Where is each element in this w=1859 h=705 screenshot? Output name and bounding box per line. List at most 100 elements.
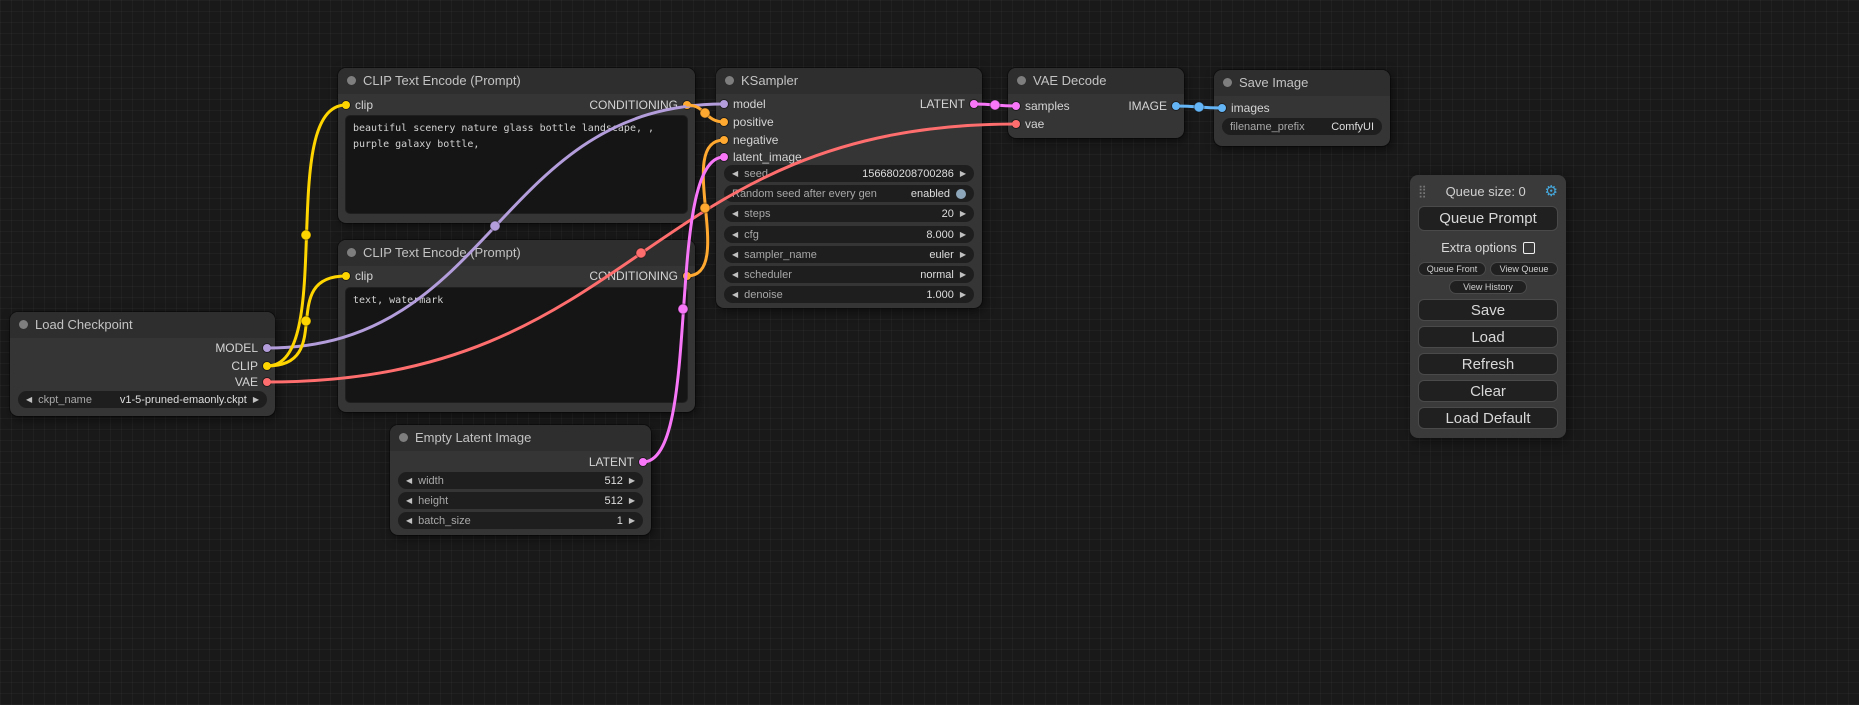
output-slot-conditioning: CONDITIONING [589, 268, 695, 284]
negative-prompt-textarea[interactable]: text, watermark [346, 288, 687, 402]
input-slot-clip: clip [338, 268, 373, 284]
node-title: CLIP Text Encode (Prompt) [363, 245, 521, 260]
node-title-bar[interactable]: VAE Decode [1008, 68, 1184, 94]
settings-gear-icon[interactable]: ⚙ [1545, 182, 1558, 200]
queue-prompt-button[interactable]: Queue Prompt [1418, 206, 1558, 231]
model-output-dot[interactable] [263, 344, 271, 352]
node-save-image[interactable]: Save Image images filename_prefix ComfyU… [1214, 70, 1390, 146]
widget-height[interactable]: ◀ height 512 ▶ [398, 492, 643, 509]
latent-output-dot[interactable] [639, 458, 647, 466]
positive-prompt-textarea[interactable]: beautiful scenery nature glass bottle la… [346, 116, 687, 213]
widget-cfg[interactable]: ◀ cfg 8.000 ▶ [724, 226, 974, 243]
view-queue-button[interactable]: View Queue [1490, 262, 1558, 276]
save-button[interactable]: Save [1418, 299, 1558, 321]
decrement-arrow-icon[interactable]: ◀ [406, 472, 412, 489]
increment-arrow-icon[interactable]: ▶ [960, 205, 966, 222]
collapse-dot[interactable] [347, 76, 356, 85]
images-input-dot[interactable] [1218, 104, 1226, 112]
collapse-dot[interactable] [1223, 78, 1232, 87]
decrement-arrow-icon[interactable]: ◀ [732, 246, 738, 263]
widget-denoise[interactable]: ◀ denoise 1.000 ▶ [724, 286, 974, 303]
load-default-button[interactable]: Load Default [1418, 407, 1558, 429]
node-load-checkpoint[interactable]: Load Checkpoint MODEL CLIP VAE ◀ ckpt_na… [10, 312, 275, 416]
node-vae-decode[interactable]: VAE Decode samples vae IMAGE [1008, 68, 1184, 138]
increment-arrow-icon[interactable]: ▶ [629, 472, 635, 489]
increment-arrow-icon[interactable]: ▶ [960, 246, 966, 263]
node-title-bar[interactable]: Load Checkpoint [10, 312, 275, 338]
decrement-arrow-icon[interactable]: ◀ [26, 391, 32, 408]
node-ksampler[interactable]: KSampler model positive negative latent_… [716, 68, 982, 308]
widget-sampler-name[interactable]: ◀ sampler_name euler ▶ [724, 246, 974, 263]
widget-steps[interactable]: ◀ steps 20 ▶ [724, 205, 974, 222]
view-history-button[interactable]: View History [1449, 280, 1527, 294]
conditioning-output-dot[interactable] [683, 272, 691, 280]
wire-clip-to-positive-encode [267, 105, 346, 366]
latent-output-dot[interactable] [970, 100, 978, 108]
node-title-bar[interactable]: Empty Latent Image [390, 425, 651, 451]
load-button[interactable]: Load [1418, 326, 1558, 348]
vae-output-dot[interactable] [263, 378, 271, 386]
output-slot-model: MODEL [215, 340, 275, 356]
decrement-arrow-icon[interactable]: ◀ [732, 205, 738, 222]
node-empty-latent-image[interactable]: Empty Latent Image LATENT ◀ width 512 ▶ … [390, 425, 651, 535]
positive-input-dot[interactable] [720, 118, 728, 126]
clip-output-dot[interactable] [263, 362, 271, 370]
link-midpoint-dot [301, 230, 311, 240]
control-toggle-dot[interactable] [956, 189, 966, 199]
clip-input-dot[interactable] [342, 272, 350, 280]
collapse-dot[interactable] [347, 248, 356, 257]
clear-button[interactable]: Clear [1418, 380, 1558, 402]
widget-seed[interactable]: ◀ seed 156680208700286 ▶ [724, 165, 974, 182]
latent-image-input-dot[interactable] [720, 153, 728, 161]
increment-arrow-icon[interactable]: ▶ [629, 512, 635, 529]
widget-random-seed-control[interactable]: Random seed after every gen enabled [724, 185, 974, 202]
link-midpoint-dot [990, 100, 1000, 110]
widget-width[interactable]: ◀ width 512 ▶ [398, 472, 643, 489]
decrement-arrow-icon[interactable]: ◀ [732, 266, 738, 283]
widget-name: scheduler [744, 269, 792, 281]
node-title: KSampler [741, 73, 798, 88]
slot-label: CONDITIONING [589, 269, 678, 283]
collapse-dot[interactable] [1017, 76, 1026, 85]
refresh-button[interactable]: Refresh [1418, 353, 1558, 375]
drag-handle-icon[interactable]: ⣿ [1418, 184, 1427, 198]
decrement-arrow-icon[interactable]: ◀ [732, 286, 738, 303]
decrement-arrow-icon[interactable]: ◀ [406, 492, 412, 509]
extra-options-checkbox[interactable] [1523, 242, 1535, 254]
widget-value: ComfyUI [1331, 121, 1374, 133]
conditioning-output-dot[interactable] [683, 101, 691, 109]
widget-ckpt-name[interactable]: ◀ ckpt_name v1-5-pruned-emaonly.ckpt ▶ [18, 391, 267, 408]
widget-batch-size[interactable]: ◀ batch_size 1 ▶ [398, 512, 643, 529]
widget-name: ckpt_name [38, 394, 92, 406]
samples-input-dot[interactable] [1012, 102, 1020, 110]
node-clip-text-encode-negative[interactable]: CLIP Text Encode (Prompt) clip CONDITION… [338, 240, 695, 412]
decrement-arrow-icon[interactable]: ◀ [406, 512, 412, 529]
node-title-bar[interactable]: Save Image [1214, 70, 1390, 96]
collapse-dot[interactable] [725, 76, 734, 85]
increment-arrow-icon[interactable]: ▶ [629, 492, 635, 509]
output-slot-latent: LATENT [920, 96, 982, 112]
increment-arrow-icon[interactable]: ▶ [960, 226, 966, 243]
increment-arrow-icon[interactable]: ▶ [960, 266, 966, 283]
widget-scheduler[interactable]: ◀ scheduler normal ▶ [724, 266, 974, 283]
vae-input-dot[interactable] [1012, 120, 1020, 128]
widget-filename-prefix[interactable]: filename_prefix ComfyUI [1222, 118, 1382, 135]
node-title-bar[interactable]: KSampler [716, 68, 982, 94]
clip-input-dot[interactable] [342, 101, 350, 109]
increment-arrow-icon[interactable]: ▶ [253, 391, 259, 408]
decrement-arrow-icon[interactable]: ◀ [732, 165, 738, 182]
widget-value: 156680208700286 [862, 168, 954, 180]
node-title-bar[interactable]: CLIP Text Encode (Prompt) [338, 240, 695, 266]
node-title-bar[interactable]: CLIP Text Encode (Prompt) [338, 68, 695, 94]
widget-name: Random seed after every gen [732, 188, 877, 200]
increment-arrow-icon[interactable]: ▶ [960, 286, 966, 303]
decrement-arrow-icon[interactable]: ◀ [732, 226, 738, 243]
queue-front-button[interactable]: Queue Front [1418, 262, 1486, 276]
collapse-dot[interactable] [19, 320, 28, 329]
increment-arrow-icon[interactable]: ▶ [960, 165, 966, 182]
model-input-dot[interactable] [720, 100, 728, 108]
node-clip-text-encode-positive[interactable]: CLIP Text Encode (Prompt) clip CONDITION… [338, 68, 695, 223]
image-output-dot[interactable] [1172, 102, 1180, 110]
negative-input-dot[interactable] [720, 136, 728, 144]
collapse-dot[interactable] [399, 433, 408, 442]
